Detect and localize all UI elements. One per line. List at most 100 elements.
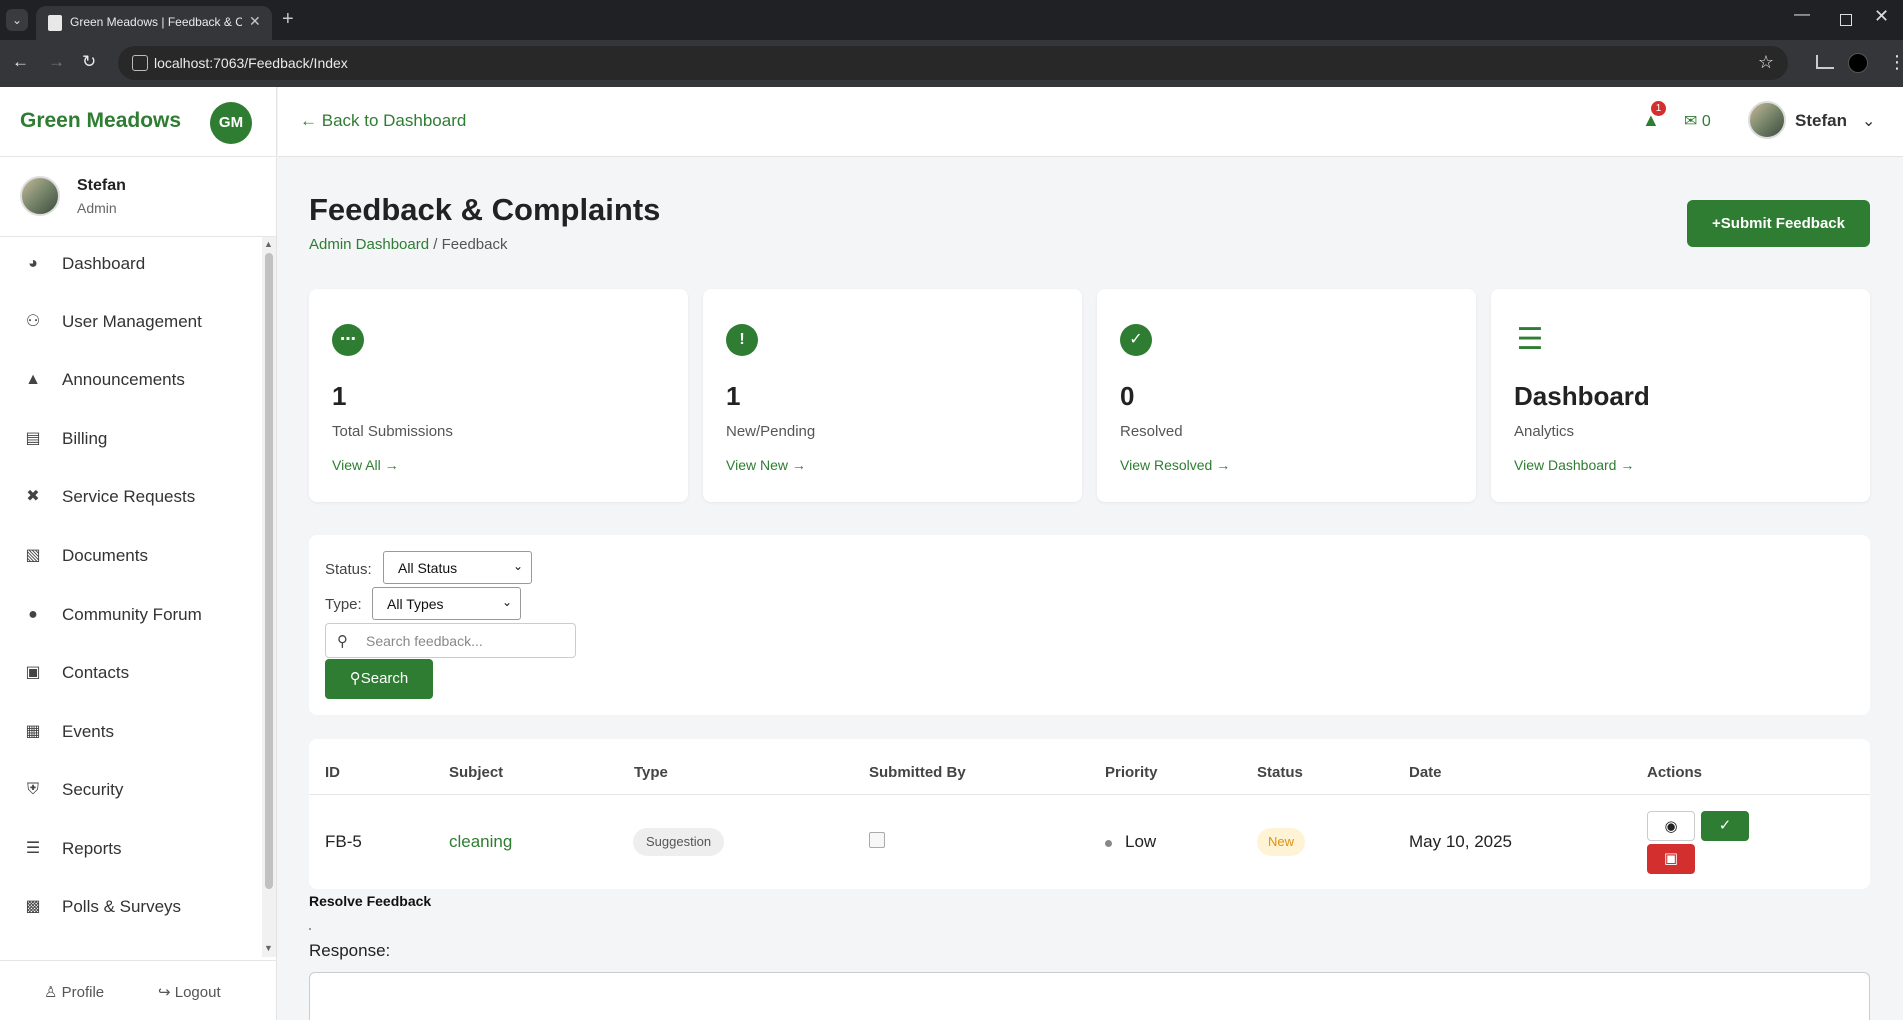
logout-link[interactable]: ↪ Logout	[158, 983, 221, 1001]
view-dashboard-link[interactable]: View Dashboard →	[1514, 457, 1634, 473]
forward-arrow-icon[interactable]: →	[48, 52, 65, 72]
view-new-link[interactable]: View New →	[726, 457, 806, 473]
brand-name[interactable]: Green Meadows	[20, 109, 181, 133]
sidebar-user-role: Admin	[77, 200, 117, 216]
search-button[interactable]: ⚲Search	[325, 659, 433, 699]
column-header: Type	[634, 764, 668, 781]
logout-label: Logout	[174, 984, 221, 1001]
address-bar[interactable]: localhost:7063/Feedback/Index ☆	[118, 46, 1788, 80]
browser-menu-icon[interactable]: ⋮	[1888, 52, 1903, 73]
minimize-icon[interactable]: —	[1794, 6, 1810, 24]
sidebar-scrollbar[interactable]: ▲ ▼	[262, 237, 276, 957]
view-resolved-label: View Resolved	[1120, 457, 1213, 473]
sidebar-item-user-management[interactable]: ⚇ User Management	[0, 300, 262, 344]
sidebar-item-documents[interactable]: ▧ Documents	[0, 534, 262, 578]
logout-icon: ↪	[158, 984, 175, 1001]
window-close-icon[interactable]: ✕	[1874, 6, 1889, 27]
priority-value: Low	[1125, 832, 1157, 851]
view-resolved-link[interactable]: View Resolved →	[1120, 457, 1230, 473]
sidebar-item-label: Announcements	[62, 370, 185, 389]
sidebar-item-label: Contacts	[62, 663, 130, 682]
reload-icon[interactable]: ↻	[82, 52, 96, 72]
sidebar-item-label: Billing	[62, 429, 108, 448]
feedback-subject-link[interactable]: cleaning	[449, 832, 512, 852]
stat-value: 1	[726, 381, 741, 411]
chart-line-icon: ☰	[1516, 323, 1544, 356]
view-all-label: View All	[332, 457, 381, 473]
view-button[interactable]: ◉	[1647, 811, 1695, 841]
breadcrumb-admin-dashboard[interactable]: Admin Dashboard	[309, 236, 429, 253]
browser-profile-icon[interactable]	[1848, 53, 1868, 73]
search-input[interactable]: ⚲ Search feedback...	[325, 623, 576, 658]
sidebar-item-polls-surveys[interactable]: ▩ Polls & Surveys	[0, 885, 262, 929]
stat-card-total: ⋯ 1 Total Submissions View All →	[309, 289, 688, 502]
address-book-icon: ▣	[25, 664, 41, 681]
sidebar-item-label: Reports	[62, 839, 122, 858]
column-header: Priority	[1105, 764, 1158, 781]
back-label: Back to Dashboard	[321, 111, 467, 130]
user-menu[interactable]: Stefan ⌄	[1748, 101, 1878, 143]
tab-title: Green Meadows | Feedback & Complaints	[70, 15, 242, 29]
sidebar-item-dashboard[interactable]: ◕ Dashboard	[0, 242, 262, 286]
sidebar-item-label: Documents	[62, 546, 148, 565]
breadcrumb-current: Feedback	[441, 236, 508, 253]
modal-divider	[309, 928, 311, 930]
column-header: Date	[1409, 764, 1442, 781]
profile-link[interactable]: ♙ Profile	[44, 983, 104, 1001]
chevron-down-icon: ⌄	[1862, 113, 1876, 130]
page-favicon-icon	[48, 15, 62, 31]
back-arrow-icon[interactable]: ←	[12, 52, 29, 72]
tab-search-icon[interactable]: ⌄	[6, 9, 28, 31]
type-badge: Suggestion	[633, 828, 725, 856]
profile-label: Profile	[61, 984, 105, 1001]
view-all-link[interactable]: View All →	[332, 457, 399, 473]
dashboard-icon: ◕	[28, 255, 38, 272]
column-header: ID	[325, 764, 340, 781]
resolve-button[interactable]: ✓	[1701, 811, 1749, 841]
sidebar-item-events[interactable]: ▦ Events	[0, 710, 262, 754]
sidebar-item-label: Events	[62, 722, 114, 741]
status-badge: New	[1257, 828, 1306, 856]
sidebar-item-announcements[interactable]: ▲ Announcements	[0, 358, 262, 402]
response-textarea[interactable]	[309, 972, 1870, 1020]
arrow-left-icon: ←	[300, 111, 322, 130]
brand-logo: GM	[210, 102, 252, 144]
arrow-right-icon: →	[1616, 457, 1635, 473]
bookmark-star-icon[interactable]: ☆	[1758, 52, 1774, 73]
sidebar-item-community-forum[interactable]: ● Community Forum	[0, 593, 262, 637]
sidebar-item-contacts[interactable]: ▣ Contacts	[0, 651, 262, 695]
chart-bar-icon: ☰	[25, 840, 41, 857]
sidebar-item-reports[interactable]: ☰ Reports	[0, 827, 262, 871]
search-button-label: Search	[360, 670, 409, 687]
back-to-dashboard-link[interactable]: ← Back to Dashboard	[300, 111, 466, 131]
tools-icon: ✖	[26, 488, 40, 505]
scroll-up-icon[interactable]: ▲	[264, 239, 273, 249]
stat-label: New/Pending	[726, 423, 816, 440]
site-info-icon[interactable]	[132, 55, 148, 71]
url-text[interactable]: localhost:7063/Feedback/Index	[154, 55, 348, 71]
delete-button[interactable]: ▣	[1647, 844, 1695, 874]
sidebar-item-label: Security	[62, 780, 124, 799]
type-filter-value: All Types	[387, 596, 444, 612]
column-header: Subject	[449, 764, 504, 781]
type-filter-label: Type:	[325, 596, 362, 613]
submit-feedback-label: Submit Feedback	[1720, 215, 1845, 232]
media-controls-icon[interactable]	[1816, 55, 1834, 69]
sidebar-item-security[interactable]: ⛨ Security	[0, 768, 262, 812]
brand-header: Green Meadows GM	[0, 87, 277, 157]
status-filter-select[interactable]: All Status ⌄	[383, 551, 532, 584]
sidebar-item-service-requests[interactable]: ✖ Service Requests	[0, 475, 262, 519]
avatar	[20, 176, 60, 216]
maximize-icon[interactable]	[1840, 14, 1852, 26]
scroll-down-icon[interactable]: ▼	[264, 943, 273, 953]
messages-button[interactable]: ✉ 0	[1684, 111, 1711, 131]
stat-card-resolved: ✓ 0 Resolved View Resolved →	[1097, 289, 1476, 502]
tab-close-icon[interactable]: ✕	[249, 13, 261, 30]
search-placeholder: Search feedback...	[366, 633, 483, 649]
scrollbar-thumb[interactable]	[265, 253, 273, 889]
sidebar-item-billing[interactable]: ▤ Billing	[0, 417, 262, 461]
new-tab-icon[interactable]: +	[282, 8, 294, 31]
type-filter-select[interactable]: All Types ⌄	[372, 587, 521, 620]
submit-feedback-button[interactable]: +Submit Feedback	[1687, 200, 1870, 247]
browser-tab[interactable]: Green Meadows | Feedback & Complaints ✕	[36, 6, 272, 40]
